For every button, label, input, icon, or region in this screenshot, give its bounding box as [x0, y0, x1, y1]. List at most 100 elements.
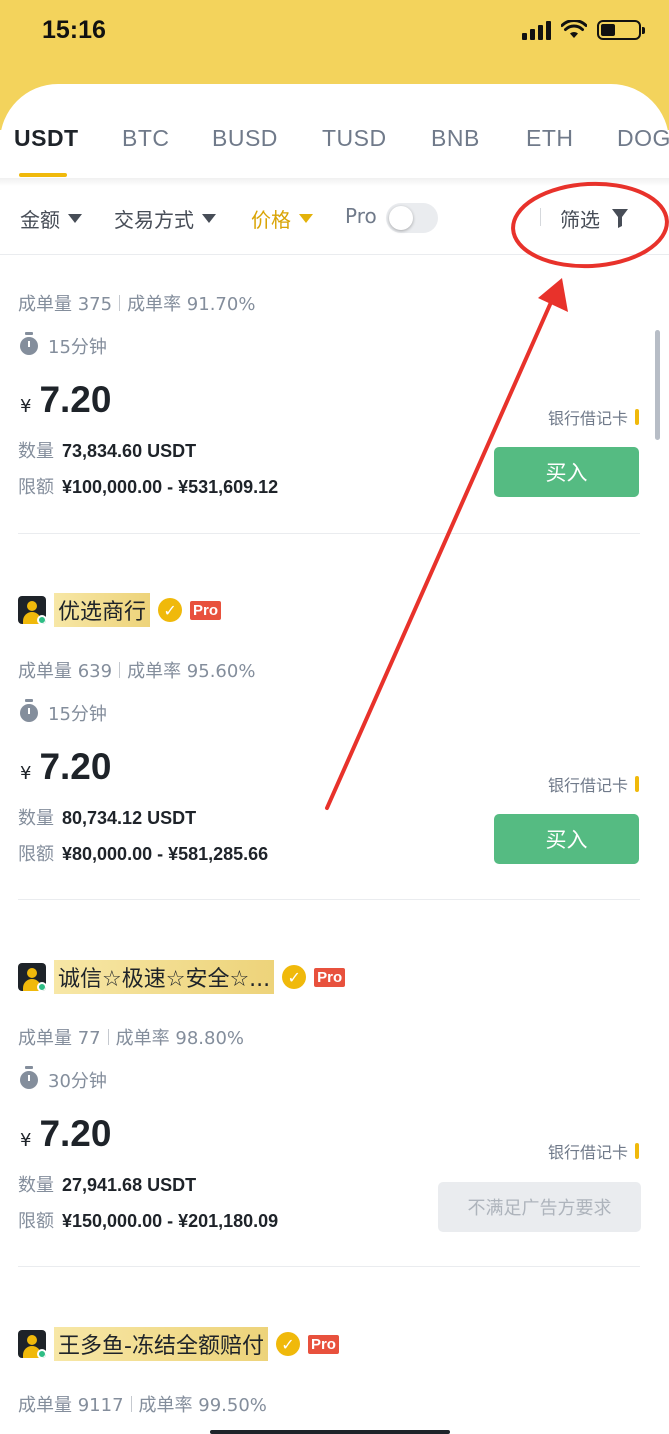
limit-row: 限额 ¥80,000.00 - ¥581,285.66 — [18, 840, 268, 866]
limit-value: ¥80,000.00 - ¥581,285.66 — [62, 844, 269, 864]
price: ¥ 7.20 — [20, 1113, 111, 1155]
payment-method: 银行借记卡 — [548, 405, 639, 429]
merchant-name[interactable]: 优选商行 — [54, 593, 151, 627]
buy-button[interactable]: 买入 — [494, 447, 639, 497]
quantity-row: 数量 27,941.68 USDT — [18, 1171, 196, 1197]
active-tab-indicator — [19, 173, 67, 177]
payment-method-filter[interactable]: 交易方式 — [114, 204, 216, 233]
amount-filter[interactable]: 金额 — [20, 204, 82, 233]
caret-down-icon — [202, 214, 216, 223]
online-status-dot — [37, 1349, 46, 1358]
order-count: 成单量 77 — [18, 1028, 101, 1049]
filter-button[interactable]: 筛选 — [560, 204, 600, 233]
limit-value: ¥100,000.00 - ¥531,609.12 — [62, 477, 279, 497]
tab-doge[interactable]: DOG — [617, 125, 669, 152]
tabs-divider — [0, 178, 669, 186]
pro-badge: Pro — [190, 600, 222, 620]
merchant-name[interactable]: 王多鱼-冻结全额赔付 — [54, 1327, 268, 1361]
currency-symbol: ¥ — [20, 763, 32, 784]
price-value: 7.20 — [39, 746, 112, 787]
time-limit: 15分钟 — [20, 332, 107, 359]
home-indicator — [210, 1430, 450, 1434]
tab-busd[interactable]: BUSD — [212, 125, 278, 152]
limit-label: 限额 — [18, 1211, 54, 1232]
verified-badge-icon: ✓ — [275, 1332, 300, 1356]
avatar — [18, 963, 46, 991]
payment-method: 银行借记卡 — [548, 1139, 639, 1163]
quantity-value: 73,834.60 USDT — [62, 441, 197, 461]
tab-eth[interactable]: ETH — [526, 125, 574, 152]
battery-icon — [597, 20, 645, 40]
quantity-row: 数量 80,734.12 USDT — [18, 804, 196, 830]
merchant-header[interactable]: 优选商行 ✓ Pro — [18, 593, 222, 627]
payment-method-label: 银行借记卡 — [547, 1143, 628, 1162]
order-count: 成单量 9117 — [18, 1395, 124, 1416]
time-limit: 15分钟 — [20, 699, 107, 726]
coin-tabs: USDT BTC BUSD TUSD BNB ETH DOG — [0, 120, 669, 180]
tab-bnb[interactable]: BNB — [431, 125, 480, 152]
ad-stats: 成单量 375 成单率 91.70% — [18, 290, 255, 316]
order-count: 成单量 639 — [18, 661, 113, 682]
payment-color-bar — [635, 409, 639, 425]
merchant-header[interactable]: 王多鱼-冻结全额赔付 ✓ Pro — [18, 1327, 339, 1361]
currency-symbol: ¥ — [20, 396, 32, 417]
limit-row: 限额 ¥150,000.00 - ¥201,180.09 — [18, 1207, 278, 1233]
limit-label: 限额 — [18, 844, 54, 865]
quantity-label: 数量 — [18, 441, 54, 462]
tab-usdt[interactable]: USDT — [14, 125, 79, 152]
quantity-value: 80,734.12 USDT — [62, 808, 197, 828]
scrollbar[interactable] — [655, 330, 660, 440]
merchant-name[interactable]: 诚信☆极速☆安全☆... — [54, 960, 275, 994]
avatar — [18, 1330, 46, 1358]
completion-rate: 成单率 98.80% — [115, 1028, 244, 1049]
funnel-icon[interactable] — [611, 207, 629, 229]
price: ¥ 7.20 — [20, 746, 111, 788]
amount-filter-label: 金额 — [20, 208, 60, 232]
wifi-icon — [561, 20, 587, 38]
online-status-dot — [37, 982, 46, 991]
verified-badge-icon: ✓ — [158, 598, 183, 622]
toggle-knob — [389, 206, 413, 230]
pro-badge: Pro — [307, 1334, 339, 1354]
pro-toggle[interactable] — [386, 203, 438, 233]
tab-btc[interactable]: BTC — [122, 125, 170, 152]
status-time: 15:16 — [42, 16, 106, 44]
ad-divider — [18, 899, 640, 900]
payment-method: 银行借记卡 — [548, 772, 639, 796]
ad-stats: 成单量 77 成单率 98.80% — [18, 1024, 244, 1050]
filter-bar-divider — [0, 254, 669, 255]
price: ¥ 7.20 — [20, 379, 111, 421]
timer-icon — [20, 1066, 38, 1089]
limit-row: 限额 ¥100,000.00 - ¥531,609.12 — [18, 473, 278, 499]
cellular-signal-icon — [522, 20, 551, 40]
requirements-not-met-button: 不满足广告方要求 — [438, 1182, 641, 1232]
ad-stats: 成单量 639 成单率 95.60% — [18, 657, 255, 683]
filter-divider — [540, 208, 541, 226]
limit-value: ¥150,000.00 - ¥201,180.09 — [62, 1211, 279, 1231]
merchant-header[interactable]: 诚信☆极速☆安全☆... ✓ Pro — [18, 960, 346, 994]
price-value: 7.20 — [39, 1113, 112, 1154]
quantity-label: 数量 — [18, 808, 54, 829]
completion-rate: 成单率 91.70% — [127, 294, 256, 315]
time-limit-text: 15分钟 — [48, 704, 107, 725]
online-status-dot — [37, 615, 46, 624]
buy-button[interactable]: 买入 — [494, 814, 639, 864]
ad-divider — [18, 1266, 640, 1267]
ad-stats: 成单量 9117 成单率 99.50% — [18, 1391, 267, 1417]
quantity-row: 数量 73,834.60 USDT — [18, 437, 196, 463]
price-sort-filter[interactable]: 价格 — [251, 204, 313, 233]
limit-label: 限额 — [18, 477, 54, 498]
completion-rate: 成单率 99.50% — [138, 1395, 267, 1416]
timer-icon — [20, 699, 38, 722]
completion-rate: 成单率 95.60% — [127, 661, 256, 682]
tab-tusd[interactable]: TUSD — [322, 125, 387, 152]
timer-icon — [20, 332, 38, 355]
quantity-label: 数量 — [18, 1175, 54, 1196]
pro-label: Pro — [345, 204, 377, 228]
caret-down-icon — [68, 214, 82, 223]
payment-color-bar — [635, 776, 639, 792]
filter-button-label: 筛选 — [560, 208, 600, 232]
payment-method-label: 银行借记卡 — [547, 776, 628, 795]
payment-color-bar — [635, 1143, 639, 1159]
order-count: 成单量 375 — [18, 294, 113, 315]
